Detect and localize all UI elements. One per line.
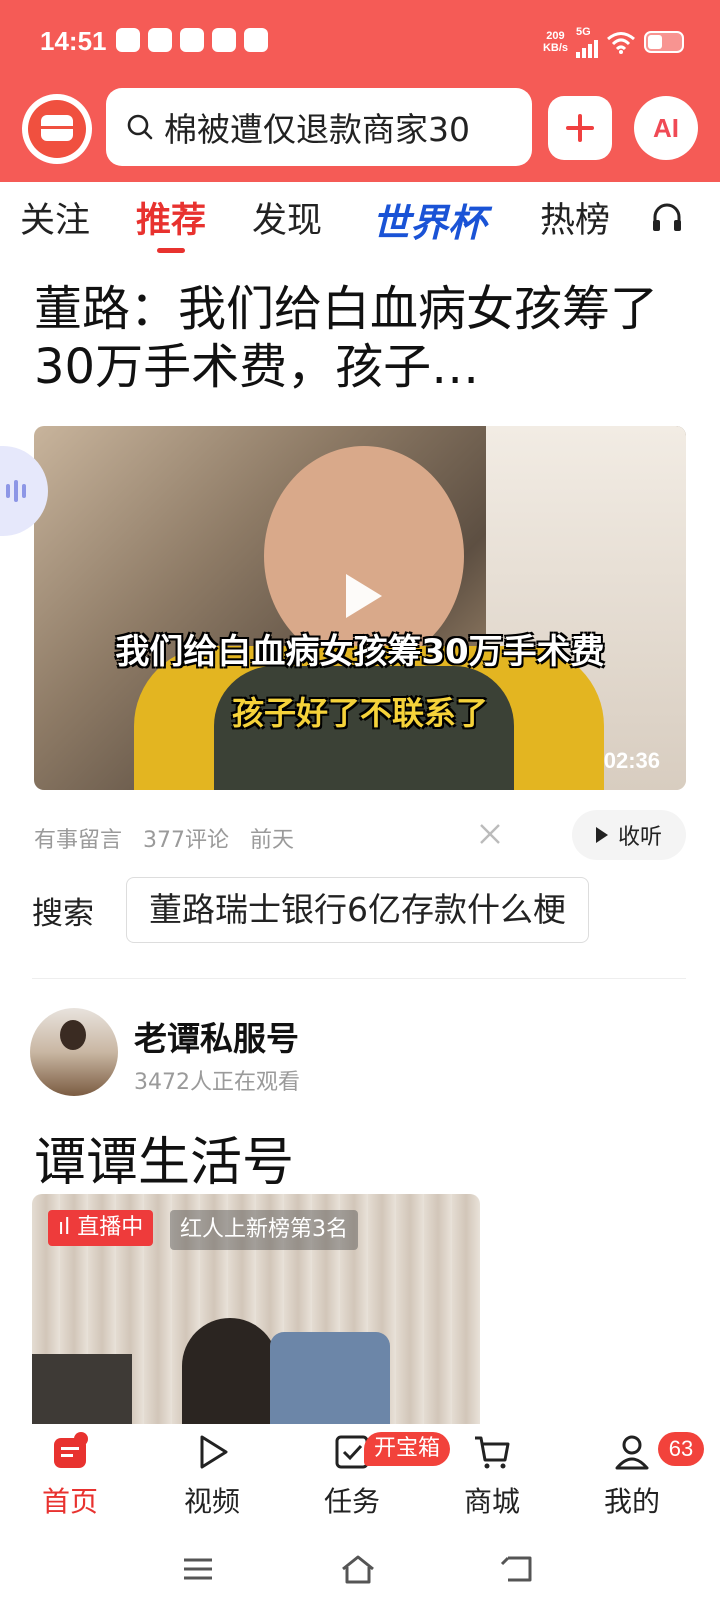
network-type: 5G <box>576 26 591 38</box>
battery-icon <box>644 31 684 53</box>
nav-mall[interactable]: 商城 <box>432 1432 552 1520</box>
live-badge-label: 直播中 <box>77 1215 144 1240</box>
search-query-text: 棉被遭仅退款商家30 <box>164 110 470 149</box>
app-icon <box>148 28 172 52</box>
headphone-icon[interactable] <box>650 200 684 234</box>
article-meta: 有事留言 377评论 前天 <box>34 822 308 854</box>
tab-world-cup[interactable]: 世界杯 <box>372 192 486 247</box>
live-badge: ıl 直播中 <box>48 1210 154 1246</box>
network-speed: 209 KB/s <box>543 30 568 54</box>
nav-task-label: 任务 <box>323 1485 380 1518</box>
search-suggestion: 搜索 董路瑞士银行6亿存款什么梗 <box>32 876 589 944</box>
tab-discover[interactable]: 发现 <box>252 192 322 243</box>
network-speed-unit: KB/s <box>542 42 568 54</box>
signal-bars-icon <box>576 38 598 58</box>
cell-signal: 5G <box>576 26 598 58</box>
status-bar: 14:51 209 KB/s 5G <box>0 0 720 86</box>
bottom-nav: 首页 视频 任务 商城 我的 <box>0 1426 720 1522</box>
tab-recommend[interactable]: 推荐 <box>136 192 206 253</box>
nav-me-label: 我的 <box>603 1485 660 1518</box>
search-suggestion-chip[interactable]: 董路瑞士银行6亿存款什么梗 <box>126 877 589 943</box>
live-title[interactable]: 谭谭生活号 <box>34 1120 294 1195</box>
article-comments[interactable]: 377评论 <box>143 828 229 853</box>
live-thumbnail[interactable]: ıl 直播中 红人上新榜第3名 <box>32 1194 480 1424</box>
taobao-app-icon <box>244 28 268 52</box>
video-duration: 02:36 <box>603 748 660 773</box>
toutiao-app-icon <box>180 28 204 52</box>
tab-follow[interactable]: 关注 <box>20 192 90 243</box>
app-logo-icon[interactable] <box>22 94 92 164</box>
channel-tabs: 关注 推荐 发现 世界杯 热榜 <box>0 182 720 253</box>
tab-hot-list[interactable]: 热榜 <box>540 192 610 243</box>
back-icon[interactable] <box>500 1552 536 1586</box>
nav-video-label: 视频 <box>183 1485 240 1518</box>
network-speed-value: 209 <box>546 30 565 42</box>
article-headline[interactable]: 董路：我们给白血病女孩筹了30万手术费，孩子… <box>34 280 684 396</box>
listen-label: 收听 <box>617 825 662 850</box>
app-icon <box>116 28 140 52</box>
search-bar[interactable]: 棉被遭仅退款商家30 <box>106 88 532 166</box>
search-suggestion-label: 搜索 <box>32 895 94 932</box>
video-caption-main: 我们给白血病女孩筹30万手术费 <box>115 632 605 672</box>
user-icon <box>615 1435 649 1470</box>
home-dot-badge <box>74 1432 88 1446</box>
avatar[interactable] <box>30 1008 118 1096</box>
status-right: 209 KB/s 5G <box>543 26 684 58</box>
notification-app-icons <box>116 28 268 52</box>
app-icon <box>212 28 236 52</box>
profile-count-badge: 63 <box>658 1432 704 1466</box>
rank-tag: 红人上新榜第3名 <box>170 1210 358 1250</box>
divider <box>32 978 686 979</box>
nav-video[interactable]: 视频 <box>152 1432 272 1520</box>
status-time: 14:51 <box>40 26 107 56</box>
article-source[interactable]: 有事留言 <box>34 828 122 853</box>
play-icon[interactable] <box>330 566 390 626</box>
search-icon <box>127 114 153 140</box>
article-time: 前天 <box>250 828 295 853</box>
top-header: 14:51 209 KB/s 5G 棉被遭仅退款商家30 AI <box>0 0 720 182</box>
nav-home-label: 首页 <box>41 1485 98 1518</box>
nav-home[interactable]: 首页 <box>10 1432 130 1520</box>
system-nav-bar <box>0 1530 720 1608</box>
home-system-icon[interactable] <box>340 1552 376 1586</box>
video-caption-sub: 孩子好了不联系了 <box>231 694 488 732</box>
nav-mall-label: 商城 <box>463 1485 520 1518</box>
wifi-icon <box>607 32 635 54</box>
treasure-box-badge[interactable]: 开宝箱 <box>364 1432 451 1466</box>
menu-icon[interactable] <box>180 1552 216 1586</box>
cart-icon <box>475 1436 510 1469</box>
live-author[interactable]: 老谭私服号 <box>134 1012 299 1060</box>
live-wave-icon: ıl <box>58 1215 78 1240</box>
publish-plus-button[interactable] <box>548 96 612 160</box>
video-thumbnail[interactable]: 我们给白血病女孩筹30万手术费 孩子好了不联系了 02:36 <box>34 426 686 790</box>
close-icon[interactable] <box>476 820 504 848</box>
play-icon <box>200 1435 228 1469</box>
ai-button[interactable]: AI <box>634 96 698 160</box>
play-small-icon <box>595 827 608 843</box>
live-viewers: 3472人正在观看 <box>134 1070 300 1095</box>
listen-button[interactable]: 收听 <box>572 810 686 860</box>
